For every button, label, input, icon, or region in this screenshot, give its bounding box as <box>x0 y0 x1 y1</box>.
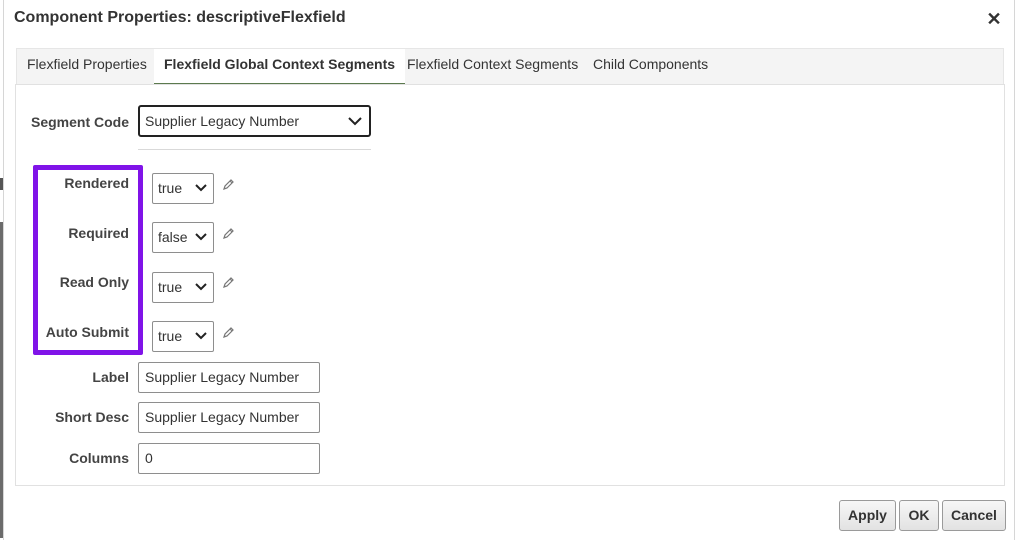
component-properties-dialog: Component Properties: descriptiveFlexfie… <box>3 0 1015 540</box>
rendered-value: true <box>158 180 183 196</box>
apply-button[interactable]: Apply <box>839 500 896 531</box>
segment-code-label: Segment Code <box>30 114 129 130</box>
chevron-down-icon <box>195 283 207 291</box>
pencil-icon[interactable] <box>221 227 235 241</box>
ok-button[interactable]: OK <box>899 500 939 531</box>
required-label: Required <box>68 225 129 241</box>
required-value: false <box>158 229 188 245</box>
columns-label: Columns <box>69 450 129 466</box>
columns-input[interactable]: 0 <box>138 443 320 474</box>
auto-submit-label: Auto Submit <box>45 324 129 340</box>
auto-submit-select[interactable]: true <box>152 321 214 352</box>
tab-flexfield-properties[interactable]: Flexfield Properties <box>17 49 157 86</box>
tab-child-components[interactable]: Child Components <box>583 49 718 86</box>
cancel-button[interactable]: Cancel <box>942 500 1006 531</box>
short-desc-label: Short Desc <box>55 409 129 425</box>
rendered-label: Rendered <box>64 175 129 191</box>
label-field-label: Label <box>92 369 129 385</box>
read-only-label: Read Only <box>59 274 129 290</box>
chevron-down-icon <box>195 184 207 192</box>
auto-submit-value: true <box>158 328 183 344</box>
tab-bar: Flexfield Properties Flexfield Global Co… <box>16 48 1004 86</box>
tab-flexfield-context-segments[interactable]: Flexfield Context Segments <box>397 49 588 86</box>
pencil-icon[interactable] <box>221 276 235 290</box>
read-only-select[interactable]: true <box>152 272 214 303</box>
tab-flexfield-global-context-segments[interactable]: Flexfield Global Context Segments <box>154 49 406 86</box>
chevron-down-icon <box>195 332 207 340</box>
chevron-down-icon <box>195 233 207 241</box>
segment-code-value: Supplier Legacy Number <box>145 113 300 129</box>
rendered-select[interactable]: true <box>152 173 214 204</box>
dialog-title: Component Properties: descriptiveFlexfie… <box>14 9 346 26</box>
chevron-down-icon <box>348 117 362 126</box>
dialog-header: Component Properties: descriptiveFlexfie… <box>4 0 1014 40</box>
label-input[interactable]: Supplier Legacy Number <box>138 362 320 393</box>
short-desc-input[interactable]: Supplier Legacy Number <box>138 402 320 433</box>
pencil-icon[interactable] <box>221 326 235 340</box>
read-only-value: true <box>158 279 183 295</box>
pencil-icon[interactable] <box>221 178 235 192</box>
required-select[interactable]: false <box>152 222 214 253</box>
tab-content-panel: Segment Code Supplier Legacy Number Rend… <box>15 84 1005 486</box>
close-icon[interactable]: ✕ <box>984 8 1004 30</box>
segment-code-select[interactable]: Supplier Legacy Number <box>138 105 371 137</box>
divider <box>138 149 371 150</box>
